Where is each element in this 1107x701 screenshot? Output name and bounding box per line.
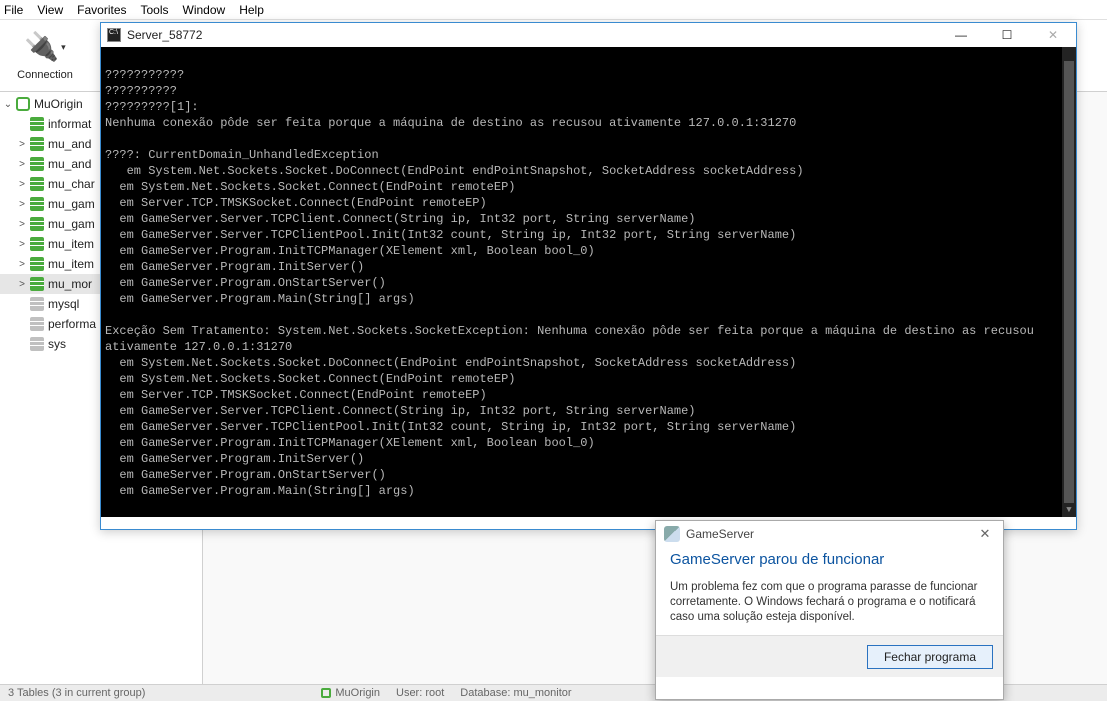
expand-arrow-icon[interactable]: > (14, 279, 30, 290)
tree-root-label: MuOrigin (34, 97, 83, 111)
status-database: Database: mu_monitor (452, 687, 579, 699)
tree-item-label: informat (48, 117, 91, 131)
database-icon (30, 217, 44, 231)
dialog-heading: GameServer parou de funcionar (670, 551, 989, 568)
tree-item-label: mu_and (48, 157, 91, 171)
close-icon[interactable]: ✕ (975, 526, 995, 542)
database-icon (30, 317, 44, 331)
scroll-thumb[interactable] (1064, 61, 1074, 503)
console-output[interactable]: ??????????? ?????????? ?????????[1]: Nen… (101, 47, 1076, 517)
expand-arrow-icon[interactable]: ⌄ (0, 99, 16, 110)
expand-arrow-icon[interactable]: > (14, 219, 30, 230)
app-icon (664, 526, 680, 542)
close-program-button[interactable]: Fechar programa (867, 645, 993, 669)
database-icon (30, 297, 44, 311)
menu-view[interactable]: View (37, 3, 63, 17)
expand-arrow-icon[interactable]: > (14, 239, 30, 250)
connection-icon (321, 688, 331, 698)
database-icon (30, 257, 44, 271)
menu-window[interactable]: Window (183, 3, 226, 17)
connection-icon (16, 97, 30, 111)
dialog-footer: Fechar programa (656, 635, 1003, 677)
database-icon (30, 137, 44, 151)
cmd-icon (107, 28, 121, 42)
expand-arrow-icon[interactable]: > (14, 199, 30, 210)
database-icon (30, 117, 44, 131)
dialog-title: GameServer (686, 527, 975, 541)
menu-bar: File View Favorites Tools Window Help (0, 0, 1107, 20)
plug-icon: 🔌 (24, 30, 59, 63)
console-title: Server_58772 (127, 28, 938, 42)
tree-item-label: performa (48, 317, 96, 331)
status-user: User: root (388, 687, 452, 699)
console-titlebar[interactable]: Server_58772 — ☐ ✕ (101, 23, 1076, 47)
expand-arrow-icon[interactable]: > (14, 159, 30, 170)
tree-item-label: mu_gam (48, 217, 95, 231)
menu-file[interactable]: File (4, 3, 23, 17)
connection-label: Connection (17, 69, 73, 81)
tree-item-label: mu_item (48, 257, 94, 271)
status-connection-label: MuOrigin (335, 687, 380, 699)
close-button: ✕ (1030, 23, 1076, 47)
tree-item-label: mu_item (48, 237, 94, 251)
database-icon (30, 337, 44, 351)
dialog-titlebar[interactable]: GameServer ✕ (656, 521, 1003, 547)
tree-item-label: mu_char (48, 177, 95, 191)
database-icon (30, 197, 44, 211)
database-icon (30, 177, 44, 191)
scrollbar[interactable]: ▲ ▼ (1062, 47, 1076, 517)
database-icon (30, 237, 44, 251)
database-icon (30, 277, 44, 291)
status-tables: 3 Tables (3 in current group) (0, 687, 153, 699)
scroll-down-icon[interactable]: ▼ (1062, 503, 1076, 517)
tree-item-label: sys (48, 337, 66, 351)
expand-arrow-icon[interactable]: > (14, 179, 30, 190)
maximize-button[interactable]: ☐ (984, 23, 1030, 47)
connection-button[interactable]: 🔌 ▾ Connection (6, 30, 84, 81)
tree-item-label: mysql (48, 297, 79, 311)
menu-favorites[interactable]: Favorites (77, 3, 126, 17)
dialog-body: GameServer parou de funcionar Um problem… (656, 547, 1003, 635)
database-icon (30, 157, 44, 171)
console-window: Server_58772 — ☐ ✕ ??????????? ?????????… (100, 22, 1077, 530)
status-connection: MuOrigin (313, 687, 388, 699)
expand-arrow-icon[interactable]: > (14, 259, 30, 270)
tree-item-label: mu_and (48, 137, 91, 151)
minimize-button[interactable]: — (938, 23, 984, 47)
menu-tools[interactable]: Tools (141, 3, 169, 17)
expand-arrow-icon[interactable]: > (14, 139, 30, 150)
dropdown-arrow-icon: ▾ (61, 42, 66, 53)
tree-item-label: mu_gam (48, 197, 95, 211)
dialog-message: Um problema fez com que o programa paras… (670, 580, 989, 625)
tree-item-label: mu_mor (48, 277, 92, 291)
error-dialog: GameServer ✕ GameServer parou de funcion… (655, 520, 1004, 700)
menu-help[interactable]: Help (239, 3, 264, 17)
